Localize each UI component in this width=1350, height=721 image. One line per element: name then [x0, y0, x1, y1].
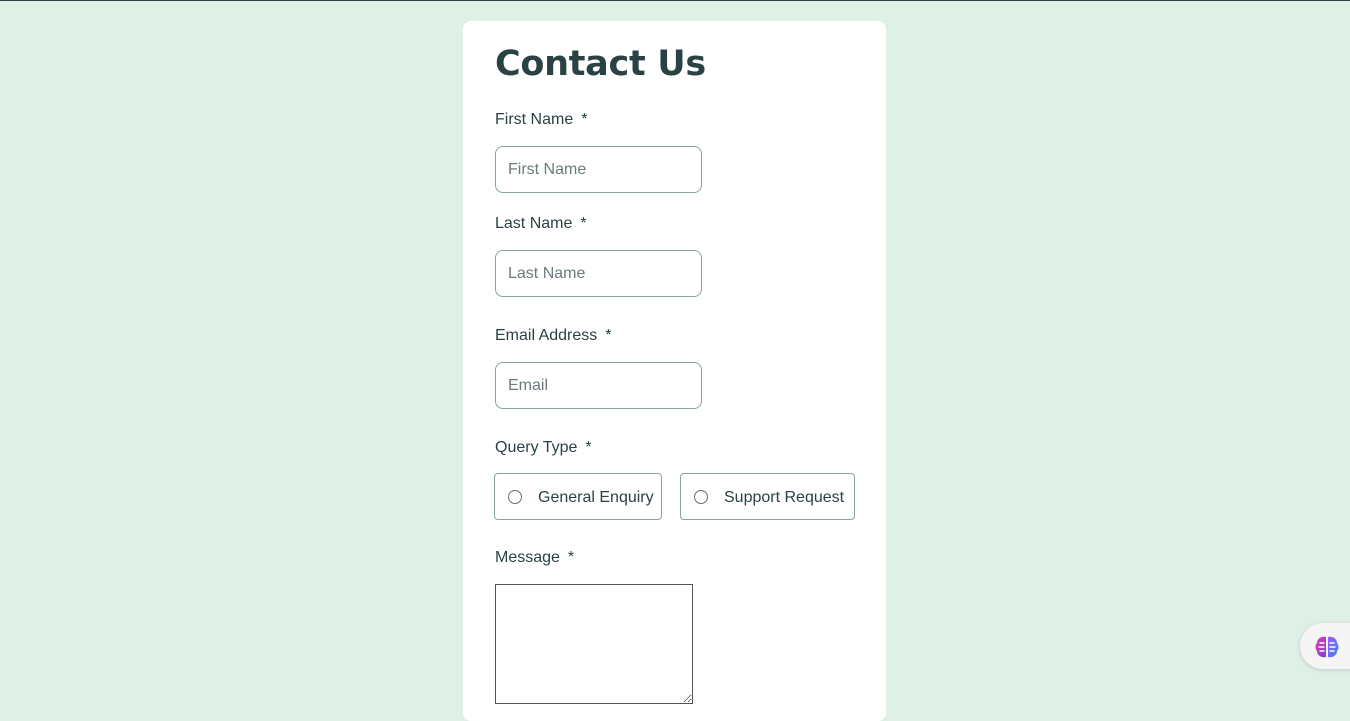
support-request-radio[interactable] — [694, 490, 708, 504]
required-marker: * — [567, 549, 575, 566]
email-label: Email Address * — [495, 326, 612, 346]
first-name-input[interactable] — [495, 146, 702, 193]
email-label-text: Email Address — [495, 327, 598, 344]
first-name-label-text: First Name — [495, 111, 574, 128]
top-border — [0, 0, 1350, 1]
contact-form-card: Contact Us First Name * Last Name * Email … — [463, 21, 886, 721]
query-type-label-text: Query Type — [495, 439, 578, 456]
required-marker: * — [580, 215, 587, 232]
message-label-text: Message — [495, 549, 560, 566]
message-label: Message * — [495, 548, 574, 568]
required-marker: * — [585, 439, 592, 456]
general-enquiry-radio[interactable] — [508, 490, 522, 504]
general-enquiry-option[interactable]: General Enquiry — [494, 473, 662, 520]
support-request-label: Support Request — [724, 489, 845, 506]
message-textarea[interactable] — [495, 584, 693, 704]
support-request-option[interactable]: Support Request — [680, 473, 855, 520]
first-name-label: First Name * — [495, 110, 587, 130]
last-name-label: Last Name * — [495, 214, 587, 234]
assistant-widget-button[interactable] — [1300, 623, 1350, 669]
brain-icon — [1315, 636, 1339, 658]
page-title: Contact Us — [495, 44, 706, 84]
query-type-label: Query Type * — [495, 438, 592, 458]
last-name-label-text: Last Name — [495, 215, 573, 232]
required-marker: * — [605, 327, 612, 344]
required-marker: * — [581, 111, 588, 128]
last-name-input[interactable] — [495, 250, 702, 297]
email-input[interactable] — [495, 362, 702, 409]
general-enquiry-label: General Enquiry — [538, 489, 654, 506]
